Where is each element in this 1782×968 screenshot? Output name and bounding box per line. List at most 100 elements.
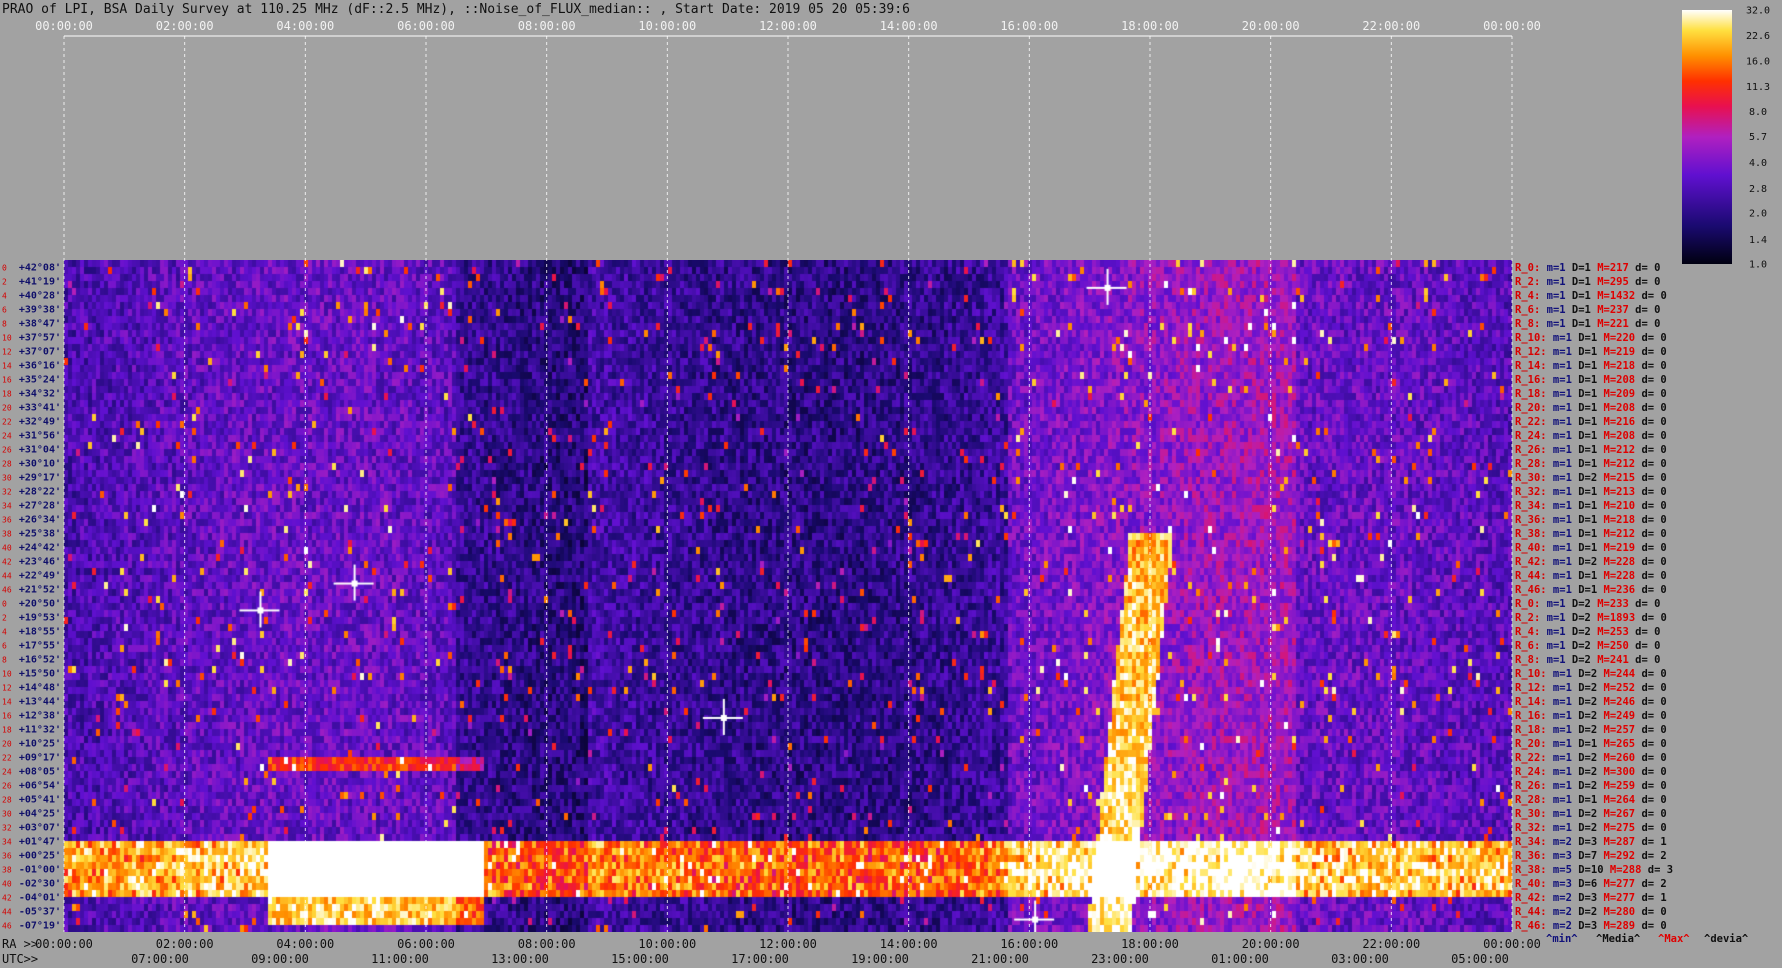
beam-index-label: 16 <box>2 376 12 385</box>
declination-label: +38°47' <box>19 319 61 330</box>
utc-tick-label: 11:00:00 <box>371 952 429 966</box>
declination-label: +29°17' <box>19 473 61 484</box>
beam-index-label: 46 <box>2 922 12 931</box>
beam-index-label: 26 <box>2 782 12 791</box>
chart-canvas: 00:00:00 02:00:00 04:00:00 06:00:00 08:00:00… <box>2 6 1770 967</box>
ra-tick-label: 00:00:00 <box>35 937 93 951</box>
declination-label: -04°01' <box>19 893 61 904</box>
beam-stat-row: R_38: m=1 D=1 M=212 d= 0 <box>1515 528 1667 540</box>
top-tick-label: 18:00:00 <box>1121 19 1179 33</box>
declination-label: +37°57' <box>19 333 61 344</box>
beam-index-label: 22 <box>2 418 12 427</box>
declination-axis: 0 +42°08' 2 +41°19' 4 +40°28' 6 +39°38' 8 +38°47'… <box>2 263 61 932</box>
beam-index-label: 40 <box>2 880 12 889</box>
beam-index-label: 14 <box>2 362 12 371</box>
beam-index-label: 30 <box>2 810 12 819</box>
beam-index-label: 42 <box>2 894 12 903</box>
declination-label: +28°22' <box>19 487 61 498</box>
beam-stat-row: R_10: m=1 D=1 M=220 d= 0 <box>1515 332 1667 344</box>
colorbar-tick-label: 1.4 <box>1749 235 1767 246</box>
declination-label: +31°04' <box>19 445 61 456</box>
declination-label: +41°19' <box>19 277 61 288</box>
beam-index-label: 2 <box>2 614 7 623</box>
beam-stat-row: R_36: m=3 D=7 M=292 d= 2 <box>1515 850 1667 862</box>
beam-stat-row: R_34: m=1 D=1 M=210 d= 0 <box>1515 500 1667 512</box>
utc-tick-label: 03:00:00 <box>1331 952 1389 966</box>
declination-label: -05°37' <box>19 907 61 918</box>
declination-label: +23°46' <box>19 557 61 568</box>
top-time-axis: 00:00:00 02:00:00 04:00:00 06:00:00 08:00:00… <box>35 19 1541 33</box>
beam-stat-row: R_28: m=1 D=1 M=212 d= 0 <box>1515 458 1667 470</box>
declination-label: +33°41' <box>19 403 61 414</box>
declination-label: +42°08' <box>19 263 61 274</box>
beam-stat-row: R_8: m=1 D=1 M=221 d= 0 <box>1515 318 1660 330</box>
beam-index-label: 34 <box>2 838 12 847</box>
utc-tick-label: 23:00:00 <box>1091 952 1149 966</box>
beam-stat-row: R_24: m=1 D=2 M=300 d= 0 <box>1515 766 1667 778</box>
declination-label: +18°55' <box>19 627 61 638</box>
beam-index-label: 38 <box>2 530 12 539</box>
declination-label: +15°50' <box>19 669 61 680</box>
beam-index-label: 34 <box>2 502 12 511</box>
beam-index-label: 6 <box>2 306 7 315</box>
beam-index-label: 8 <box>2 320 7 329</box>
beam-index-label: 44 <box>2 572 12 581</box>
beam-stat-row: R_0: m=1 D=1 M=217 d= 0 <box>1515 262 1660 274</box>
beam-stat-row: R_46: m=1 D=1 M=236 d= 0 <box>1515 584 1667 596</box>
beam-index-label: 14 <box>2 698 12 707</box>
declination-label: -07°19' <box>19 921 61 932</box>
beam-stat-row: R_22: m=1 D=1 M=216 d= 0 <box>1515 416 1667 428</box>
beam-index-label: 28 <box>2 460 12 469</box>
beam-stat-row: R_36: m=1 D=1 M=218 d= 0 <box>1515 514 1667 526</box>
ra-tick-label: 00:00:00 <box>1483 937 1541 951</box>
ra-tick-label: 10:00:00 <box>638 937 696 951</box>
utc-tick-label: 09:00:00 <box>251 952 309 966</box>
bottom-time-axes: RA >>00:00:00 02:00:00 04:00:00 06:00:00 08:… <box>2 937 1541 966</box>
top-tick-label: 00:00:00 <box>35 19 93 33</box>
beam-index-label: 44 <box>2 908 12 917</box>
declination-label: +01°47' <box>19 837 61 848</box>
utc-tick-label: 13:00:00 <box>491 952 549 966</box>
beam-stat-row: R_20: m=1 D=1 M=265 d= 0 <box>1515 738 1667 750</box>
top-tick-label: 04:00:00 <box>276 19 334 33</box>
beam-index-label: 46 <box>2 586 12 595</box>
beam-index-label: 16 <box>2 712 12 721</box>
beam-index-label: 12 <box>2 348 12 357</box>
declination-label: +05°41' <box>19 795 61 806</box>
utc-tick-label: 05:00:00 <box>1451 952 1509 966</box>
beam-stat-row: R_26: m=1 D=1 M=212 d= 0 <box>1515 444 1667 456</box>
declination-label: +19°53' <box>19 613 61 624</box>
beam-stat-row: R_38: m=5 D=10 M=288 d= 3 <box>1515 864 1673 876</box>
beam-stat-row: R_42: m=1 D=2 M=228 d= 0 <box>1515 556 1667 568</box>
beam-stat-row: R_14: m=1 D=2 M=246 d= 0 <box>1515 696 1667 708</box>
beam-stat-row: R_6: m=1 D=1 M=237 d= 0 <box>1515 304 1660 316</box>
declination-label: +32°49' <box>19 417 61 428</box>
beam-stat-row: R_10: m=1 D=2 M=244 d= 0 <box>1515 668 1667 680</box>
top-tick-label: 06:00:00 <box>397 19 455 33</box>
declination-label: +12°38' <box>19 711 61 722</box>
ra-axis-prefix: RA >> <box>2 937 38 951</box>
colorbar-tick-label: 4.0 <box>1749 158 1767 169</box>
colorbar-tick-label: 5.7 <box>1749 132 1767 143</box>
colorbar-tick-label: 2.0 <box>1749 209 1767 220</box>
beam-index-label: 12 <box>2 684 12 693</box>
beam-index-label: 32 <box>2 488 12 497</box>
colorbar-tick-label: 8.0 <box>1749 107 1767 118</box>
beam-stat-row: R_12: m=1 D=2 M=252 d= 0 <box>1515 682 1667 694</box>
declination-label: +21°52' <box>19 585 61 596</box>
colorbar-tick-label: 1.0 <box>1749 260 1767 271</box>
beam-stat-row: R_2: m=1 D=2 M=1893 d= 0 <box>1515 612 1667 624</box>
colorbar: 32.0 22.6 16.0 11.3 8.0 5.7 4.0 2.8 2.0 1.4 1.0 <box>1682 6 1770 271</box>
beam-stat-row: R_18: m=1 D=1 M=209 d= 0 <box>1515 388 1667 400</box>
utc-tick-label: 19:00:00 <box>851 952 909 966</box>
beam-stat-row: R_4: m=1 D=1 M=1432 d= 0 <box>1515 290 1667 302</box>
declination-label: +10°25' <box>19 739 61 750</box>
beam-index-label: 38 <box>2 866 12 875</box>
declination-label: +34°32' <box>19 389 61 400</box>
colorbar-tick-label: 16.0 <box>1746 56 1770 67</box>
declination-label: +20°50' <box>19 599 61 610</box>
beam-index-label: 20 <box>2 404 12 413</box>
declination-label: +14°48' <box>19 683 61 694</box>
beam-index-label: 42 <box>2 558 12 567</box>
beam-stat-row: R_24: m=1 D=1 M=208 d= 0 <box>1515 430 1667 442</box>
